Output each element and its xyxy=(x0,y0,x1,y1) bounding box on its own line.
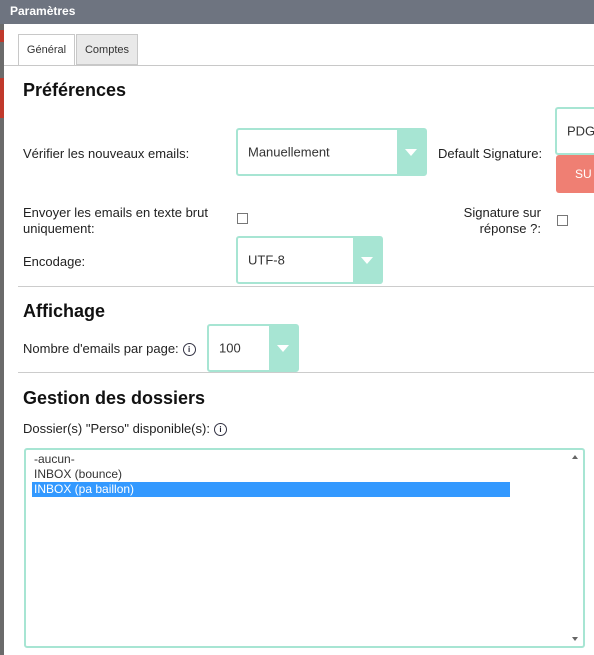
default-signature-label: Default Signature: xyxy=(438,146,543,161)
check-emails-value: Manuellement xyxy=(248,144,330,160)
signature-reply-checkbox[interactable] xyxy=(557,215,568,226)
encoding-value: UTF-8 xyxy=(248,252,285,268)
info-icon[interactable]: i xyxy=(182,343,196,357)
section-display-heading: Affichage xyxy=(23,301,106,321)
chevron-down-icon xyxy=(397,130,425,174)
section-divider xyxy=(18,372,594,373)
section-divider xyxy=(18,286,594,287)
perso-folders-listbox[interactable]: -aucun- INBOX (bounce) INBOX (pa baillon… xyxy=(24,448,585,648)
per-page-label: Nombre d'emails par page: i xyxy=(23,341,196,357)
list-item[interactable]: INBOX (bounce) xyxy=(34,467,122,482)
window-title: Paramètres xyxy=(0,0,594,24)
check-emails-label: Vérifier les nouveaux emails: xyxy=(23,146,190,161)
encoding-select[interactable]: UTF-8 xyxy=(236,236,383,284)
chevron-down-icon xyxy=(353,238,381,282)
list-item[interactable]: -aucun- xyxy=(34,452,75,467)
settings-panel: Général Comptes Préférences Vérifier les… xyxy=(4,24,594,655)
tab-accounts[interactable]: Comptes xyxy=(76,34,138,65)
check-emails-select[interactable]: Manuellement xyxy=(236,128,427,176)
signature-reply-label: Signature sur réponse ?: xyxy=(463,205,541,236)
list-item-selected[interactable]: INBOX (pa baillon) xyxy=(32,482,510,497)
per-page-select[interactable]: 100 xyxy=(207,324,299,372)
listbox-scrollbar[interactable] xyxy=(569,450,583,646)
scroll-down-arrow-icon[interactable] xyxy=(572,637,578,641)
default-signature-value: PDG xyxy=(567,123,594,139)
per-page-label-text: Nombre d'emails par page: xyxy=(23,341,179,356)
info-icon[interactable]: i xyxy=(213,423,227,437)
scroll-up-arrow-icon[interactable] xyxy=(572,455,578,459)
tab-general[interactable]: Général xyxy=(18,34,75,66)
signature-submit-button[interactable]: SU xyxy=(556,155,594,193)
section-folders-heading: Gestion des dossiers xyxy=(23,388,206,408)
section-preferences-heading: Préférences xyxy=(23,80,127,100)
perso-folders-label: Dossier(s) "Perso" disponible(s): i xyxy=(23,421,227,437)
plain-text-label: Envoyer les emails en texte brut uniquem… xyxy=(23,205,208,236)
default-signature-select[interactable]: PDG xyxy=(555,107,594,155)
chevron-down-icon xyxy=(269,326,297,370)
encoding-label: Encodage: xyxy=(23,254,86,269)
tab-divider xyxy=(4,65,594,66)
perso-folders-label-text: Dossier(s) "Perso" disponible(s): xyxy=(23,421,210,436)
per-page-value: 100 xyxy=(219,340,241,356)
plain-text-checkbox[interactable] xyxy=(237,213,248,224)
